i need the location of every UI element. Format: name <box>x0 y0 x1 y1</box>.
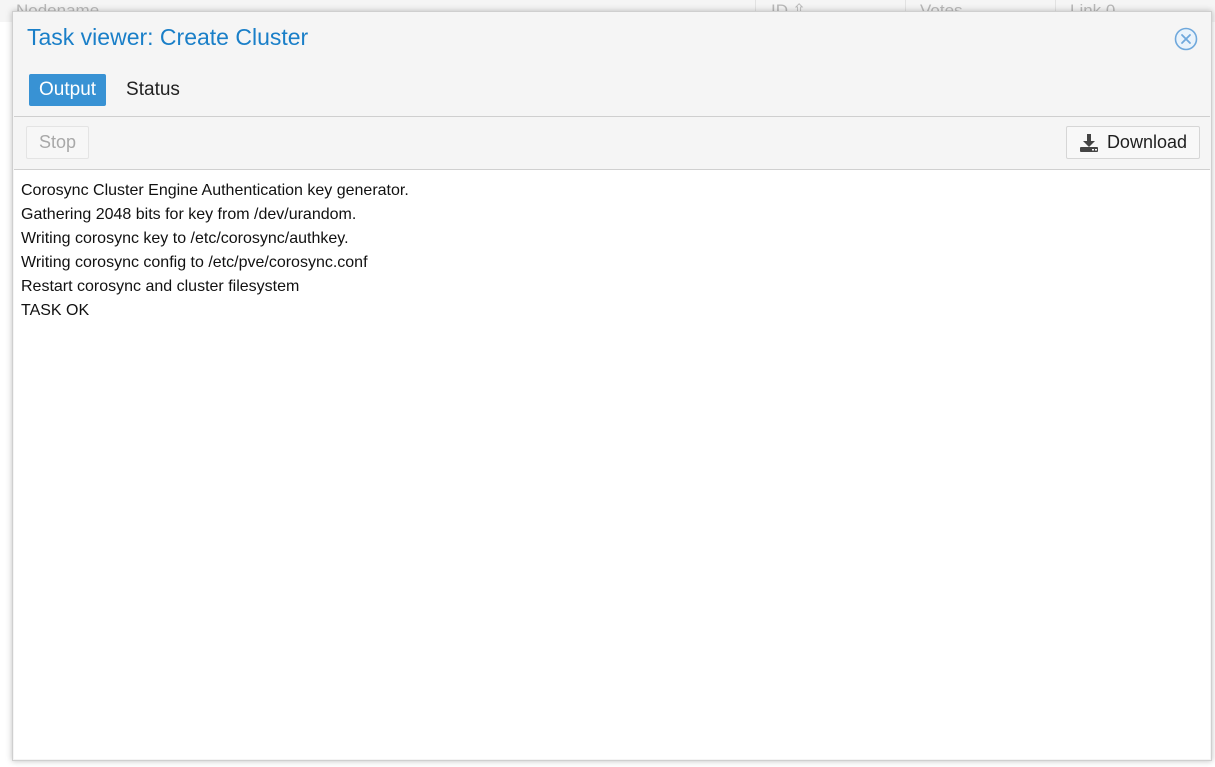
log-line: Gathering 2048 bits for key from /dev/ur… <box>21 206 357 223</box>
log-line: Corosync Cluster Engine Authentication k… <box>21 182 409 199</box>
stop-button-label: Stop <box>39 132 77 152</box>
toolbar: Stop Download <box>14 117 1210 170</box>
close-button[interactable] <box>1174 27 1198 51</box>
download-button-label: Download <box>1106 132 1187 152</box>
tab-output[interactable]: Output <box>29 74 107 106</box>
tab-bar: Output Status <box>29 74 190 106</box>
log-line: TASK OK <box>21 302 90 319</box>
log-line: Restart corosync and cluster filesystem <box>21 278 300 295</box>
download-button[interactable]: Download <box>1065 126 1200 159</box>
task-log: Corosync Cluster Engine Authentication k… <box>21 179 1210 759</box>
tab-status[interactable]: Status <box>116 74 190 106</box>
close-circle-icon <box>1174 27 1198 51</box>
log-line: Writing corosync key to /etc/corosync/au… <box>21 230 349 247</box>
task-viewer-window: Task viewer: Create Cluster Output Statu… <box>12 11 1212 761</box>
download-icon <box>1079 133 1098 152</box>
log-line: Writing corosync config to /etc/pve/coro… <box>21 254 368 271</box>
output-panel: Stop Download Corosync Cluster Engine Au… <box>14 116 1210 759</box>
window-title: Task viewer: Create Cluster <box>27 24 309 50</box>
stop-button[interactable]: Stop <box>26 126 90 159</box>
